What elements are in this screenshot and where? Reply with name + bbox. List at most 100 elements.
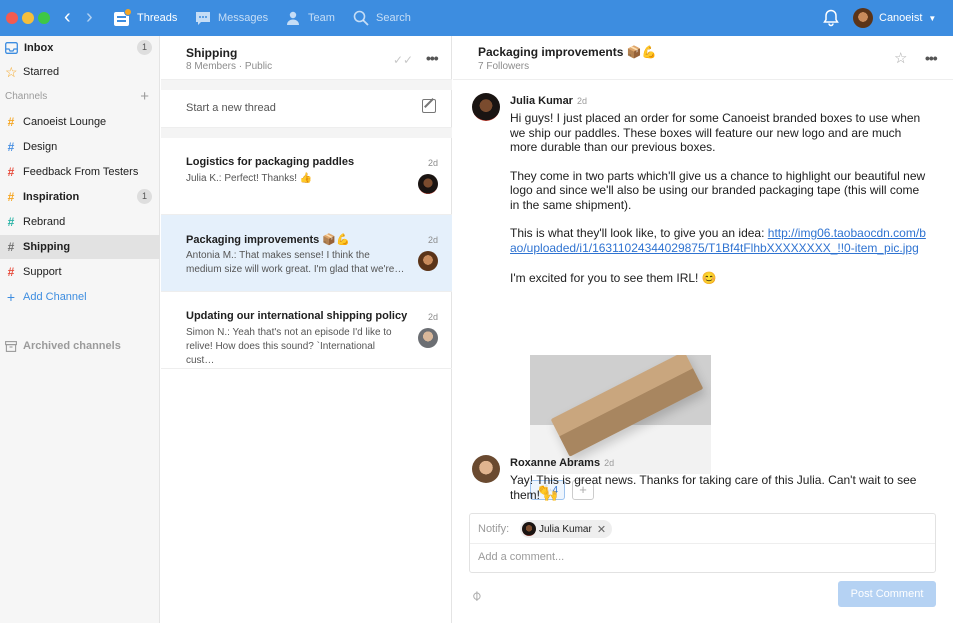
mark-read-check-icon[interactable]: ✓✓ — [393, 53, 413, 67]
sidebar-item-label: Design — [23, 141, 58, 153]
thread-time: 2d — [427, 312, 438, 322]
sidebar-item-label: Inbox — [24, 42, 54, 54]
thread-snippet: Antonia M.: That makes sense! I think th… — [186, 250, 405, 275]
more-options-icon[interactable]: ••• — [426, 50, 439, 66]
account-menu[interactable]: Canoeist ▼ — [853, 7, 936, 29]
channels-header: Channels + — [5, 88, 155, 105]
sidebar-item-support[interactable]: # Support — [0, 260, 160, 284]
comment-author[interactable]: Roxanne Abrams 2d — [510, 457, 614, 469]
notify-row: Notify: Julia Kumar ✕ — [470, 514, 935, 544]
author-name: Julia Kumar — [510, 95, 573, 107]
sidebar-item-label: Starred — [23, 66, 60, 78]
notify-chip-label: Julia Kumar — [539, 523, 592, 535]
thread-title: Updating our international shipping poli… — [186, 310, 408, 322]
thread-view-title: Packaging improvements 📦💪 — [478, 45, 657, 59]
sidebar-item-label: Feedback From Testers — [23, 166, 139, 178]
comment-paragraph: Hi guys! I just placed an order for some… — [510, 111, 921, 154]
sidebar-item-label: Inspiration — [23, 191, 80, 203]
zoom-window-button[interactable] — [38, 12, 50, 24]
sidebar-item-shipping[interactable]: # Shipping — [0, 235, 160, 259]
avatar — [418, 174, 438, 194]
team-icon — [287, 11, 299, 25]
sidebar-item-label: Shipping — [23, 241, 71, 253]
minimize-window-button[interactable] — [22, 12, 34, 24]
comment-text: This is what they'll look like, to give … — [510, 226, 768, 240]
channel-hash-icon: # — [7, 190, 15, 204]
avatar — [853, 8, 873, 28]
inbox-icon — [5, 42, 18, 54]
comment-author[interactable]: Julia Kumar 2d — [510, 95, 587, 107]
top-bar: ‹ › Threads Messages Team Search Canoeis… — [0, 0, 953, 36]
unread-badge: 1 — [137, 189, 152, 204]
sidebar-item-rebrand[interactable]: # Rebrand — [0, 210, 160, 234]
channel-hash-icon: # — [7, 165, 15, 179]
archived-channels-link[interactable]: Archived channels — [0, 334, 160, 358]
thread-title: Packaging improvements 📦💪 — [186, 234, 350, 246]
add-channel-plus-icon[interactable]: + — [140, 88, 149, 105]
nav-team[interactable]: Team — [285, 0, 335, 36]
search-icon — [353, 10, 369, 26]
forward-arrow-icon[interactable]: › — [86, 7, 93, 27]
channel-hash-icon: # — [7, 240, 15, 254]
notify-chip[interactable]: Julia Kumar ✕ — [520, 520, 613, 538]
channel-title: Shipping — [186, 46, 238, 60]
channel-hash-icon: # — [7, 265, 15, 279]
archived-channels-label: Archived channels — [23, 340, 121, 352]
channels-header-label: Channels — [5, 91, 48, 102]
avatar — [472, 93, 500, 121]
channel-hash-icon: # — [7, 140, 15, 154]
messages-icon — [196, 12, 210, 25]
sidebar-item-canoeist-lounge[interactable]: # Canoeist Lounge — [0, 110, 160, 134]
add-channel-link[interactable]: + Add Channel — [0, 285, 160, 309]
followers-count: 7 Followers — [478, 61, 530, 72]
nav-search[interactable]: Search — [353, 0, 411, 36]
thread-list-item[interactable]: Logistics for packaging paddles 2d Julia… — [161, 138, 452, 215]
sidebar-item-inspiration[interactable]: # Inspiration 1 — [0, 185, 160, 209]
add-channel-label: Add Channel — [23, 291, 87, 303]
unread-badge: 1 — [137, 40, 152, 55]
archive-icon — [5, 340, 17, 352]
post-comment-button[interactable]: Post Comment — [838, 581, 936, 607]
thread-title: Logistics for packaging paddles — [186, 156, 355, 168]
remove-icon[interactable]: ✕ — [597, 523, 606, 536]
thread-list-item[interactable]: Updating our international shipping poli… — [161, 292, 452, 369]
nav-messages[interactable]: Messages — [195, 0, 268, 36]
start-new-thread-button[interactable]: Start a new thread — [161, 90, 452, 128]
thread-time: 2d — [427, 235, 438, 245]
comment-input[interactable] — [478, 551, 918, 563]
sidebar-item-label: Canoeist Lounge — [23, 116, 107, 128]
thread-snippet: Simon N.: Yeah that's not an episode I'd… — [186, 327, 392, 366]
comment-time: 2d — [604, 458, 615, 468]
sidebar-item-inbox[interactable]: Inbox 1 — [0, 36, 160, 60]
sidebar-item-feedback-from-testers[interactable]: # Feedback From Testers — [0, 160, 160, 184]
threads-icon — [114, 8, 132, 26]
thread-view: Packaging improvements 📦💪 7 Followers ☆ … — [453, 36, 953, 623]
compose-icon — [422, 99, 436, 113]
start-new-thread-label: Start a new thread — [186, 102, 276, 114]
more-options-icon[interactable]: ••• — [925, 50, 938, 66]
comment-paragraph: Yay! This is great news. Thanks for taki… — [510, 473, 917, 502]
paperclip-icon[interactable]: ⌀ — [467, 587, 485, 605]
sidebar-item-starred[interactable]: ☆ Starred — [0, 60, 160, 84]
nav-messages-label: Messages — [218, 12, 269, 24]
bell-icon[interactable] — [823, 9, 839, 27]
nav-threads-label: Threads — [137, 12, 178, 24]
nav-threads[interactable]: Threads — [114, 0, 177, 36]
star-icon[interactable]: ☆ — [894, 49, 907, 67]
comment-composer: Notify: Julia Kumar ✕ — [469, 513, 936, 573]
divider — [161, 128, 452, 138]
thread-list-item[interactable]: Packaging improvements 📦💪 2d Antonia M.:… — [161, 215, 452, 292]
divider — [161, 80, 452, 90]
nav-search-label: Search — [376, 12, 411, 24]
channel-hash-icon: # — [7, 215, 15, 229]
sidebar: Inbox 1 ☆ Starred Channels + # Canoeist … — [0, 36, 160, 623]
close-window-button[interactable] — [6, 12, 18, 24]
sidebar-item-design[interactable]: # Design — [0, 135, 160, 159]
back-arrow-icon[interactable]: ‹ — [64, 7, 71, 27]
channel-subtitle: 8 Members · Public — [186, 61, 273, 72]
notify-label: Notify: — [478, 523, 510, 535]
thread-list-pane: Shipping 8 Members · Public ✓✓ ••• Start… — [161, 36, 452, 623]
nav-team-label: Team — [308, 12, 335, 24]
comment-time: 2d — [576, 96, 587, 106]
comment-paragraph: They come in two parts which'll give us … — [510, 168, 926, 212]
